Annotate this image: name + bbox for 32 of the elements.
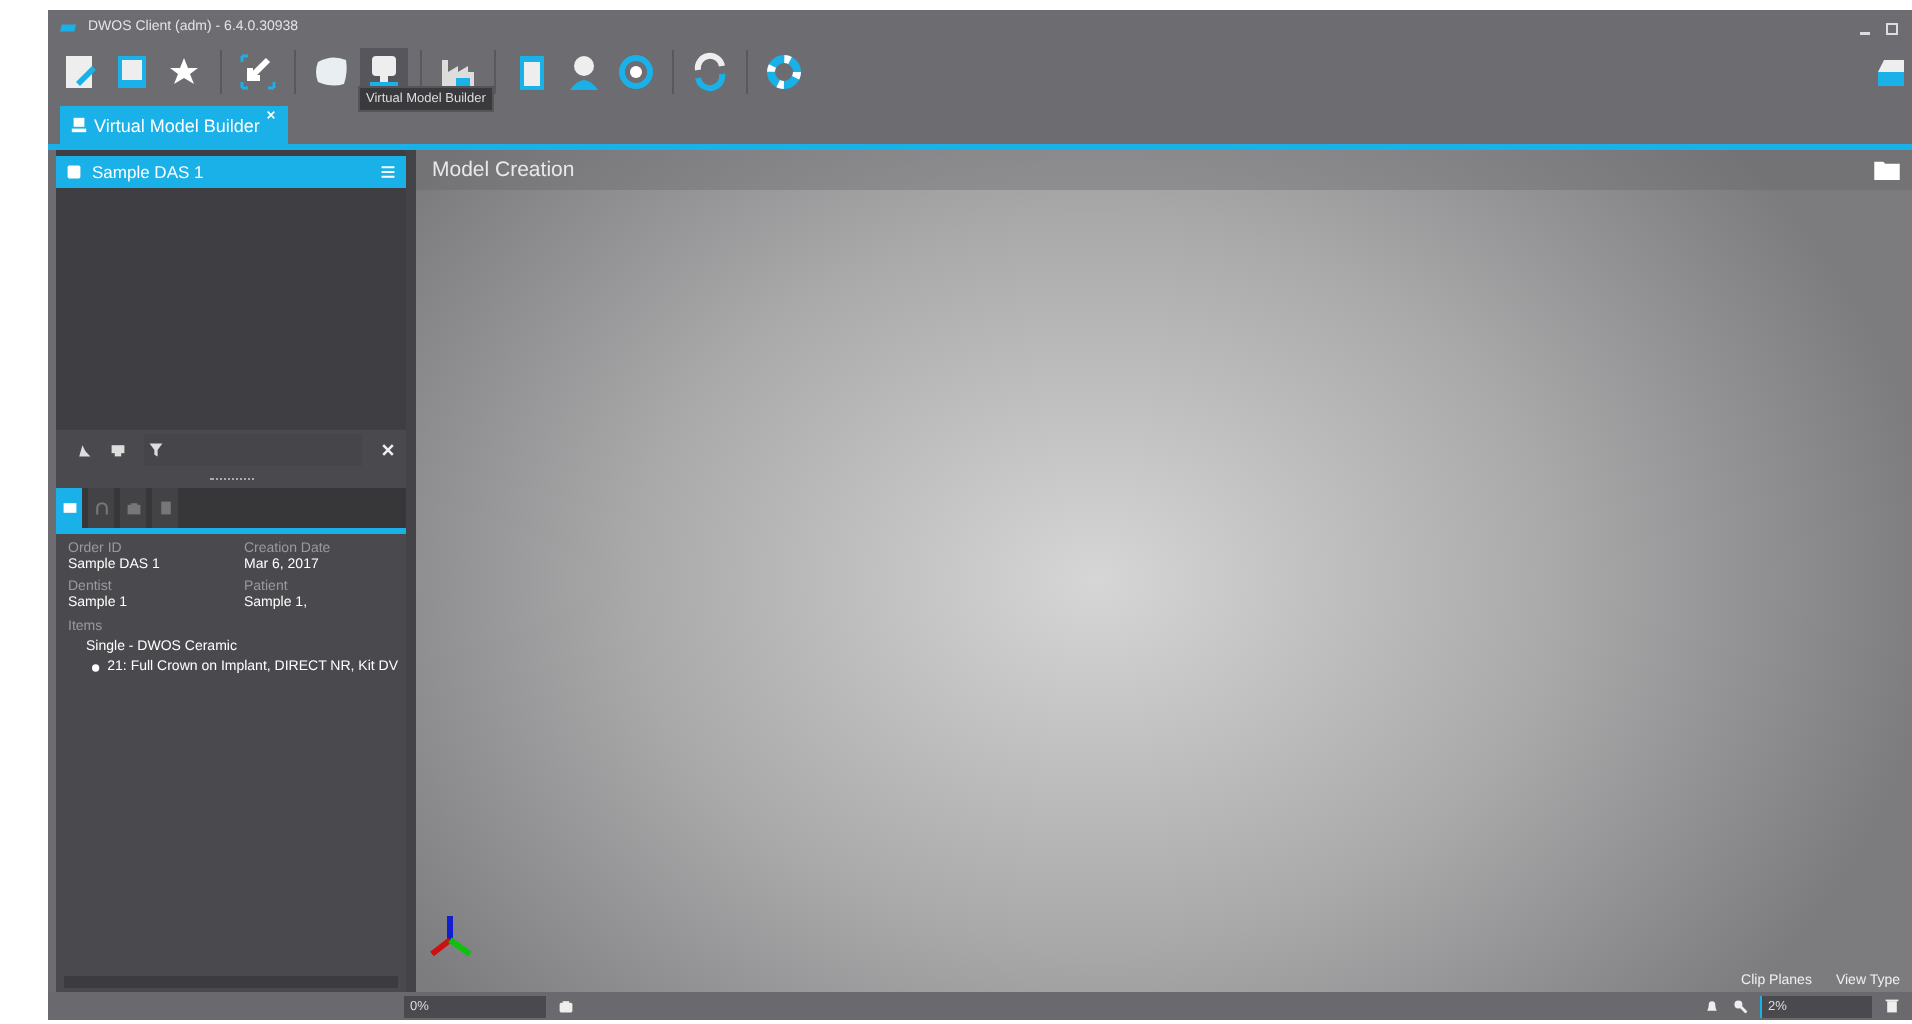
camera-icon [125,500,141,516]
printer-icon[interactable] [110,442,126,458]
book-tab[interactable] [56,488,82,528]
document-icon [112,52,152,92]
monitor-icon [364,52,404,92]
bullet-icon [92,663,100,671]
refresh-icon [690,52,730,92]
trash-icon[interactable] [1884,998,1900,1014]
arch-icon [93,500,109,516]
lifebuoy-icon [764,52,804,92]
restore-button[interactable] [1884,19,1900,35]
settings-icon [616,52,656,92]
filter-field[interactable] [144,434,362,466]
wrench-icon[interactable] [1732,998,1748,1014]
arch-tab[interactable] [88,488,114,528]
close-icon[interactable] [380,442,396,458]
arrow-icon [238,52,278,92]
bell-icon[interactable] [1704,998,1720,1014]
camera-tab[interactable] [120,488,146,528]
document-tab[interactable]: Virtual Model Builder [60,106,288,144]
monitor-icon [70,116,88,134]
folder-icon[interactable] [1874,160,1900,180]
camera-icon[interactable] [558,998,574,1014]
viewport-title: Model Creation [432,158,575,182]
menu-icon[interactable] [380,164,396,180]
document-pencil-icon [60,52,100,92]
user-icon [564,52,604,92]
app-logo-icon [60,21,78,33]
order-item[interactable]: Sample DAS 1 [56,156,406,188]
note-tab[interactable] [152,488,178,528]
filter-icon [148,442,164,458]
document-icon [66,164,82,180]
